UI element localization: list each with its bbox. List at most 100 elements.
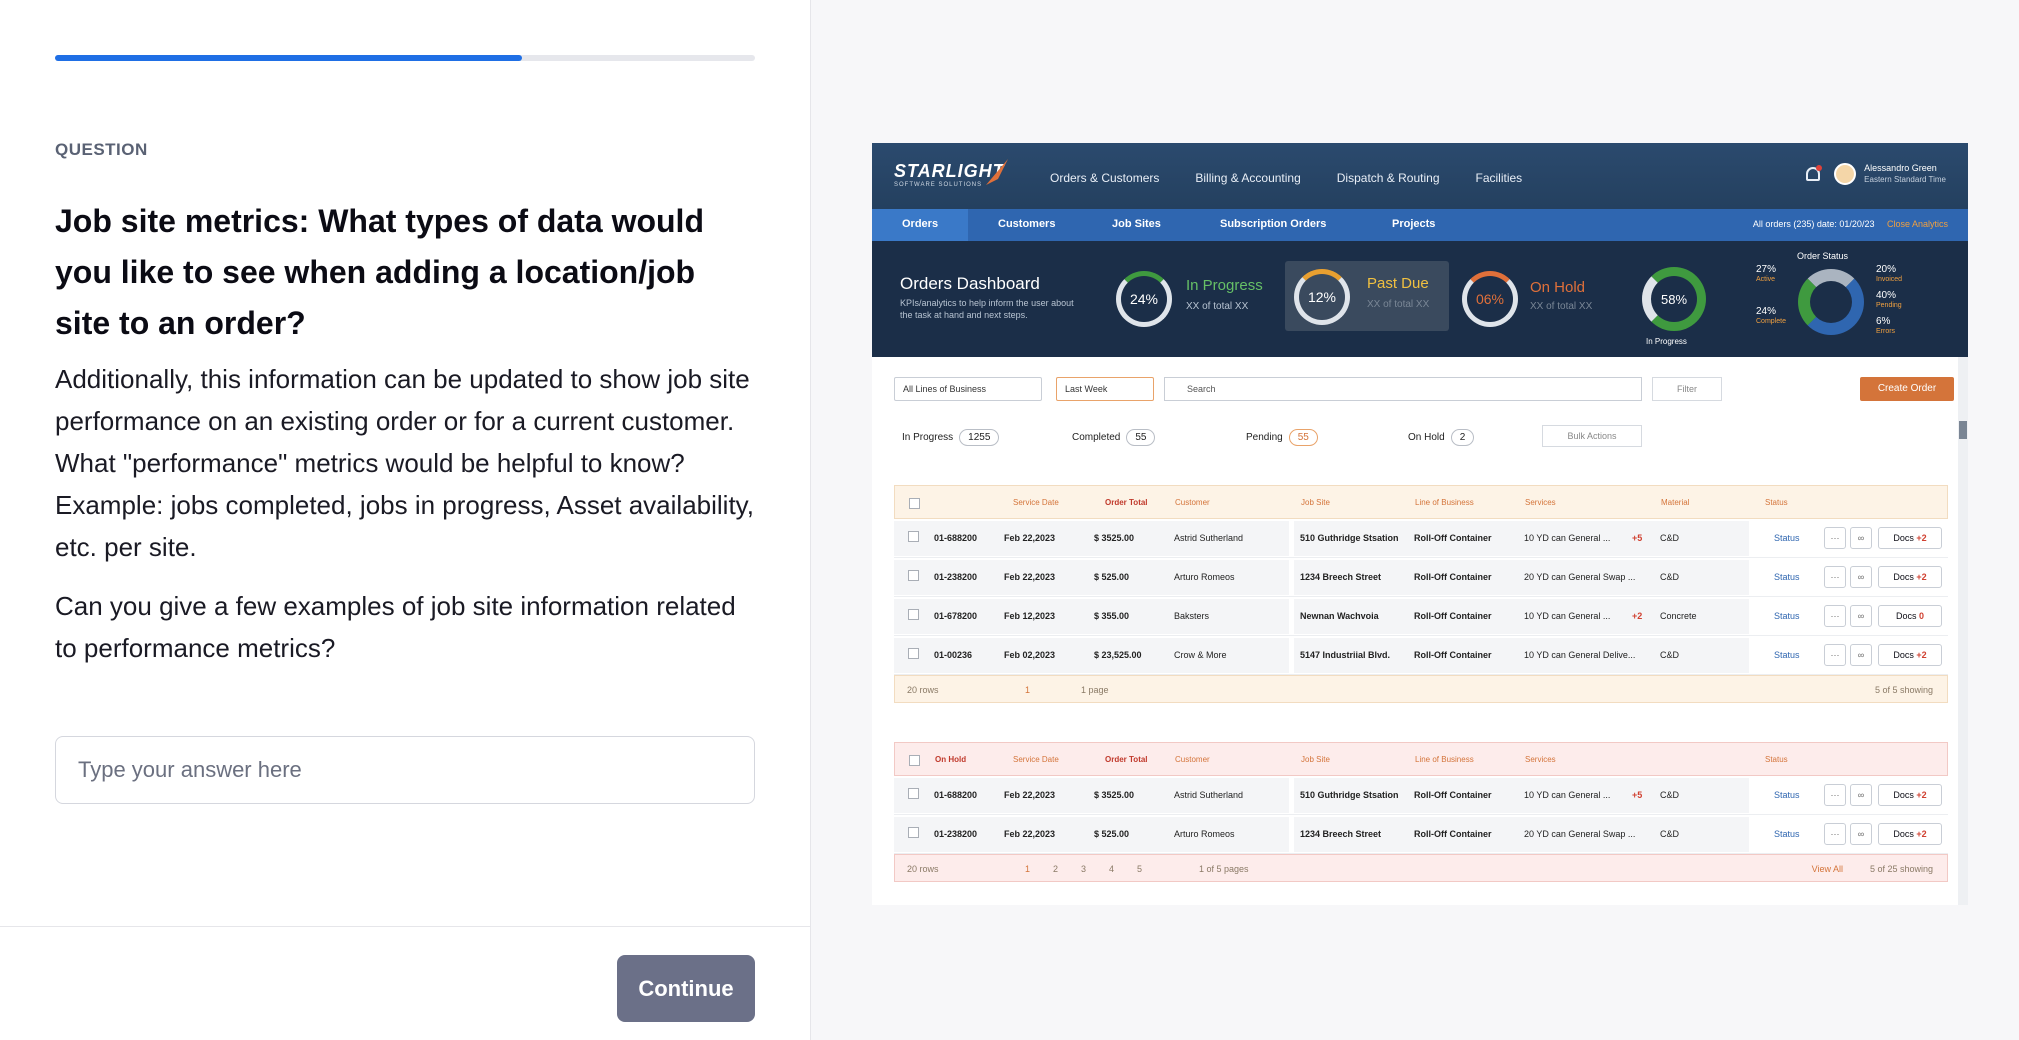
col-customer[interactable]: Customer xyxy=(1175,498,1210,507)
more-icon[interactable]: ··· xyxy=(1824,784,1846,806)
topnav-facilities[interactable]: Facilities xyxy=(1476,171,1523,185)
dashboard-subtitle: KPIs/analytics to help inform the user a… xyxy=(900,298,1074,320)
docs-button[interactable]: Docs +2 xyxy=(1878,527,1942,549)
row-checkbox[interactable] xyxy=(908,531,919,542)
more-icon[interactable]: ··· xyxy=(1824,823,1846,845)
link-icon[interactable]: ∞ xyxy=(1850,566,1872,588)
row-checkbox[interactable] xyxy=(908,609,919,620)
col-service-date[interactable]: Service Date xyxy=(1013,498,1059,507)
on-hold-page-5[interactable]: 5 xyxy=(1137,864,1142,874)
dashboard-title: Orders Dashboard xyxy=(900,274,1040,293)
docs-button[interactable]: Docs 0 xyxy=(1878,605,1942,627)
more-icon[interactable]: ··· xyxy=(1824,527,1846,549)
docs-button[interactable]: Docs +2 xyxy=(1878,566,1942,588)
rows-per-page[interactable]: 20 rows xyxy=(907,685,939,695)
col2-service-date[interactable]: Service Date xyxy=(1013,755,1059,764)
tab-completed[interactable]: Completed 55 xyxy=(1072,429,1156,446)
scrollbar-thumb[interactable] xyxy=(1959,421,1967,439)
col-status[interactable]: Status xyxy=(1765,498,1788,507)
link-icon[interactable]: ∞ xyxy=(1850,527,1872,549)
page-1[interactable]: 1 xyxy=(1025,685,1030,695)
on-hold-select-all-checkbox[interactable] xyxy=(909,755,920,766)
topnav-billing[interactable]: Billing & Accounting xyxy=(1195,171,1300,185)
col2-line-of-business[interactable]: Line of Business xyxy=(1415,755,1474,764)
on-hold-table-pager: 20 rows 1 2 3 4 5 1 of 5 pages View All … xyxy=(894,854,1948,882)
more-icon[interactable]: ··· xyxy=(1824,605,1846,627)
docs-label: Docs xyxy=(1893,829,1914,839)
col2-job-site[interactable]: Job Site xyxy=(1301,755,1330,764)
col-job-site[interactable]: Job Site xyxy=(1301,498,1330,507)
answer-input[interactable] xyxy=(55,736,755,804)
in-progress-donut-label: In Progress xyxy=(1646,337,1687,346)
col2-status[interactable]: Status xyxy=(1765,755,1788,764)
scrollbar[interactable] xyxy=(1958,357,1968,905)
row-checkbox[interactable] xyxy=(908,648,919,659)
select-all-checkbox[interactable] xyxy=(909,498,920,509)
more-icon[interactable]: ··· xyxy=(1824,644,1846,666)
topnav-orders-customers[interactable]: Orders & Customers xyxy=(1050,171,1159,185)
row-checkbox[interactable] xyxy=(908,788,919,799)
cell-status: Status xyxy=(1774,829,1800,839)
subnav-projects[interactable]: Projects xyxy=(1392,218,1435,230)
col-services[interactable]: Services xyxy=(1525,498,1556,507)
docs-count: +2 xyxy=(1916,790,1927,800)
view-all-link[interactable]: View All xyxy=(1812,864,1843,874)
cell-order-total: $ 525.00 xyxy=(1094,829,1130,839)
bell-icon[interactable] xyxy=(1806,165,1823,181)
topnav-dispatch[interactable]: Dispatch & Routing xyxy=(1337,171,1440,185)
search-input[interactable]: Search xyxy=(1164,377,1642,401)
on-hold-rows-per-page[interactable]: 20 rows xyxy=(907,864,939,874)
link-icon[interactable]: ∞ xyxy=(1850,605,1872,627)
row-checkbox[interactable] xyxy=(908,827,919,838)
kpi-on-hold-ring: 06% xyxy=(1462,271,1518,327)
create-order-button[interactable]: Create Order xyxy=(1860,377,1954,401)
subnav-customers[interactable]: Customers xyxy=(998,218,1055,230)
on-hold-page-1[interactable]: 1 xyxy=(1025,864,1030,874)
on-hold-page-4[interactable]: 4 xyxy=(1109,864,1114,874)
col-material[interactable]: Material xyxy=(1661,498,1689,507)
line-of-business-select[interactable]: All Lines of Business xyxy=(894,377,1042,401)
col2-services[interactable]: Services xyxy=(1525,755,1556,764)
row-checkbox[interactable] xyxy=(908,570,919,581)
docs-button[interactable]: Docs +2 xyxy=(1878,784,1942,806)
logo-swoosh-icon xyxy=(986,159,1008,185)
tab-pending[interactable]: Pending 55 xyxy=(1246,429,1318,446)
subnav-job-sites[interactable]: Job Sites xyxy=(1112,218,1161,230)
docs-button[interactable]: Docs +2 xyxy=(1878,644,1942,666)
continue-button[interactable]: Continue xyxy=(617,955,755,1022)
col2-order-total[interactable]: Order Total xyxy=(1105,755,1148,764)
col-line-of-business[interactable]: Line of Business xyxy=(1415,498,1474,507)
period-select[interactable]: Last Week xyxy=(1056,377,1154,401)
subnav-subscription-orders[interactable]: Subscription Orders xyxy=(1220,218,1326,230)
table-row[interactable]: 01-688200 Feb 22,2023 $ 3525.00 Astrid Suth… xyxy=(894,519,1948,558)
docs-count: +2 xyxy=(1916,533,1927,543)
more-icon[interactable]: ··· xyxy=(1824,566,1846,588)
table-row[interactable]: 01-688200 Feb 22,2023 $ 3525.00 Astrid Suth… xyxy=(894,776,1948,815)
table-row[interactable]: 01-238200 Feb 22,2023 $ 525.00 Arturo Romeo… xyxy=(894,815,1948,854)
cell-material: C&D xyxy=(1660,829,1680,839)
table-row[interactable]: 01-678200 Feb 12,2023 $ 355.00 Baksters Newn… xyxy=(894,597,1948,636)
link-icon[interactable]: ∞ xyxy=(1850,823,1872,845)
filter-button[interactable]: Filter xyxy=(1652,377,1722,401)
table-row[interactable]: 01-238200 Feb 22,2023 $ 525.00 Arturo Romeo… xyxy=(894,558,1948,597)
docs-button[interactable]: Docs +2 xyxy=(1878,823,1942,845)
close-analytics-link[interactable]: Close Analytics xyxy=(1887,219,1948,229)
tab-in-progress[interactable]: In Progress 1255 xyxy=(902,429,1000,446)
on-hold-page-2[interactable]: 2 xyxy=(1053,864,1058,874)
table-row[interactable]: 01-00236 Feb 02,2023 $ 23,525.00 Crow & Mor… xyxy=(894,636,1948,675)
question-title: Job site metrics: What types of data wou… xyxy=(55,203,704,341)
question-paragraph-2: Can you give a few examples of job site … xyxy=(55,591,736,663)
tab-on-hold[interactable]: On Hold 2 xyxy=(1408,429,1475,446)
bulk-actions-button[interactable]: Bulk Actions xyxy=(1542,425,1642,447)
subnav-orders[interactable]: Orders xyxy=(902,218,938,230)
link-icon[interactable]: ∞ xyxy=(1850,784,1872,806)
user-menu[interactable]: Alessandro Green Eastern Standard Time xyxy=(1806,163,1946,185)
link-icon[interactable]: ∞ xyxy=(1850,644,1872,666)
col2-customer[interactable]: Customer xyxy=(1175,755,1210,764)
cell-job-site: 1234 Breech Street xyxy=(1300,829,1382,839)
on-hold-page-3[interactable]: 3 xyxy=(1081,864,1086,874)
col-order-total[interactable]: Order Total xyxy=(1105,498,1148,507)
cell-line-of-business: Roll-Off Container xyxy=(1414,572,1492,582)
date-filter[interactable]: All orders (235) date: 01/20/23 Close An… xyxy=(1753,219,1948,229)
showing-count: 5 of 5 showing xyxy=(1874,685,1933,695)
